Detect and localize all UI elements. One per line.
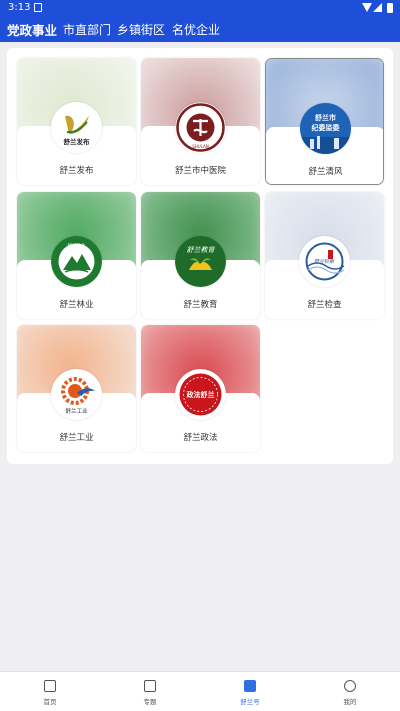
- nav-label: 我的: [343, 698, 357, 706]
- tab-party-government[interactable]: 党政事业: [7, 20, 57, 39]
- account-grid-panel: 舒兰发布 舒兰发布 SHULAN 舒兰市中医院 舒兰市 纪委监委 舒兰清风 舒兰…: [7, 48, 393, 464]
- category-tabs: 党政事业 市直部门 乡镇街区 名优企业: [0, 16, 400, 42]
- logo-text: 舒兰检察: [314, 258, 335, 265]
- account-card-shulan-education[interactable]: 舒兰教育 舒兰教育: [141, 192, 260, 319]
- nav-label: 舒兰号: [240, 698, 260, 706]
- logo-text: 政法舒兰: [187, 390, 215, 399]
- nav-profile[interactable]: 我的: [300, 672, 400, 711]
- logo-text: 舒兰工业: [65, 407, 88, 415]
- account-card-shulan-industry[interactable]: 舒兰工业 舒兰工业: [17, 325, 136, 452]
- account-card-shulan-political-law[interactable]: 政法舒兰 舒兰政法: [141, 325, 260, 452]
- nav-shulan-account[interactable]: 舒兰号: [200, 672, 300, 711]
- bottom-navigation: 首页 专题 舒兰号 我的: [0, 671, 400, 711]
- account-card-shulan-procuratorate[interactable]: 舒兰检察 舒兰检查: [265, 192, 384, 319]
- nav-label: 首页: [43, 698, 57, 706]
- cellular-signal-icon: [373, 3, 382, 12]
- tab-famous-enterprises[interactable]: 名优企业: [172, 21, 220, 38]
- download-notification-icon: [34, 3, 42, 12]
- account-name: 舒兰发布: [59, 166, 94, 176]
- account-name: 舒兰市中医院: [174, 166, 226, 176]
- procuratorate-logo-icon: 舒兰检察: [299, 236, 350, 287]
- tcm-hospital-logo-icon: SHULAN: [175, 102, 226, 153]
- logo-text: 舒兰林业: [68, 242, 86, 249]
- logo-text: 舒兰发布: [64, 137, 91, 146]
- account-name: 舒兰检查: [307, 300, 342, 310]
- qingfeng-logo-icon: 舒兰市 纪委监委: [300, 103, 351, 154]
- profile-icon: [344, 680, 356, 692]
- industry-logo-icon: 舒兰工业: [51, 369, 102, 420]
- shulan-account-icon: [244, 680, 256, 692]
- tab-city-departments[interactable]: 市直部门: [63, 21, 111, 38]
- account-card-shulan-tcm-hospital[interactable]: SHULAN 舒兰市中医院: [141, 58, 260, 185]
- status-bar: 3:13: [0, 0, 400, 16]
- logo-text: 舒兰教育: [187, 246, 216, 254]
- logo-text-bottom: 纪委监委: [312, 123, 340, 132]
- logo-text: SHULAN: [192, 144, 209, 149]
- nav-topics[interactable]: 专题: [100, 672, 200, 711]
- shulan-fabu-logo-icon: 舒兰发布: [51, 102, 102, 153]
- logo-text-top: 舒兰市: [315, 113, 336, 122]
- account-name: 舒兰清风: [308, 167, 343, 177]
- tab-towns-streets[interactable]: 乡镇街区: [117, 21, 165, 38]
- home-icon: [44, 680, 56, 692]
- status-time: 3:13: [8, 2, 31, 13]
- account-name: 舒兰教育: [183, 300, 218, 310]
- education-logo-icon: 舒兰教育: [175, 236, 226, 287]
- account-card-shulan-fabu[interactable]: 舒兰发布 舒兰发布: [17, 58, 136, 185]
- account-name: 舒兰政法: [183, 433, 218, 443]
- battery-icon: [387, 3, 393, 13]
- nav-home[interactable]: 首页: [0, 672, 100, 711]
- nav-label: 专题: [143, 698, 157, 706]
- political-law-logo-icon: 政法舒兰: [175, 369, 226, 420]
- account-card-shulan-forestry[interactable]: 舒兰林业 舒兰林业: [17, 192, 136, 319]
- forestry-logo-icon: 舒兰林业: [51, 236, 102, 287]
- wifi-icon: [362, 3, 372, 12]
- account-name: 舒兰林业: [59, 300, 94, 310]
- topic-icon: [144, 680, 156, 692]
- account-name: 舒兰工业: [59, 433, 94, 443]
- account-card-shulan-qingfeng[interactable]: 舒兰市 纪委监委 舒兰清风: [265, 58, 384, 185]
